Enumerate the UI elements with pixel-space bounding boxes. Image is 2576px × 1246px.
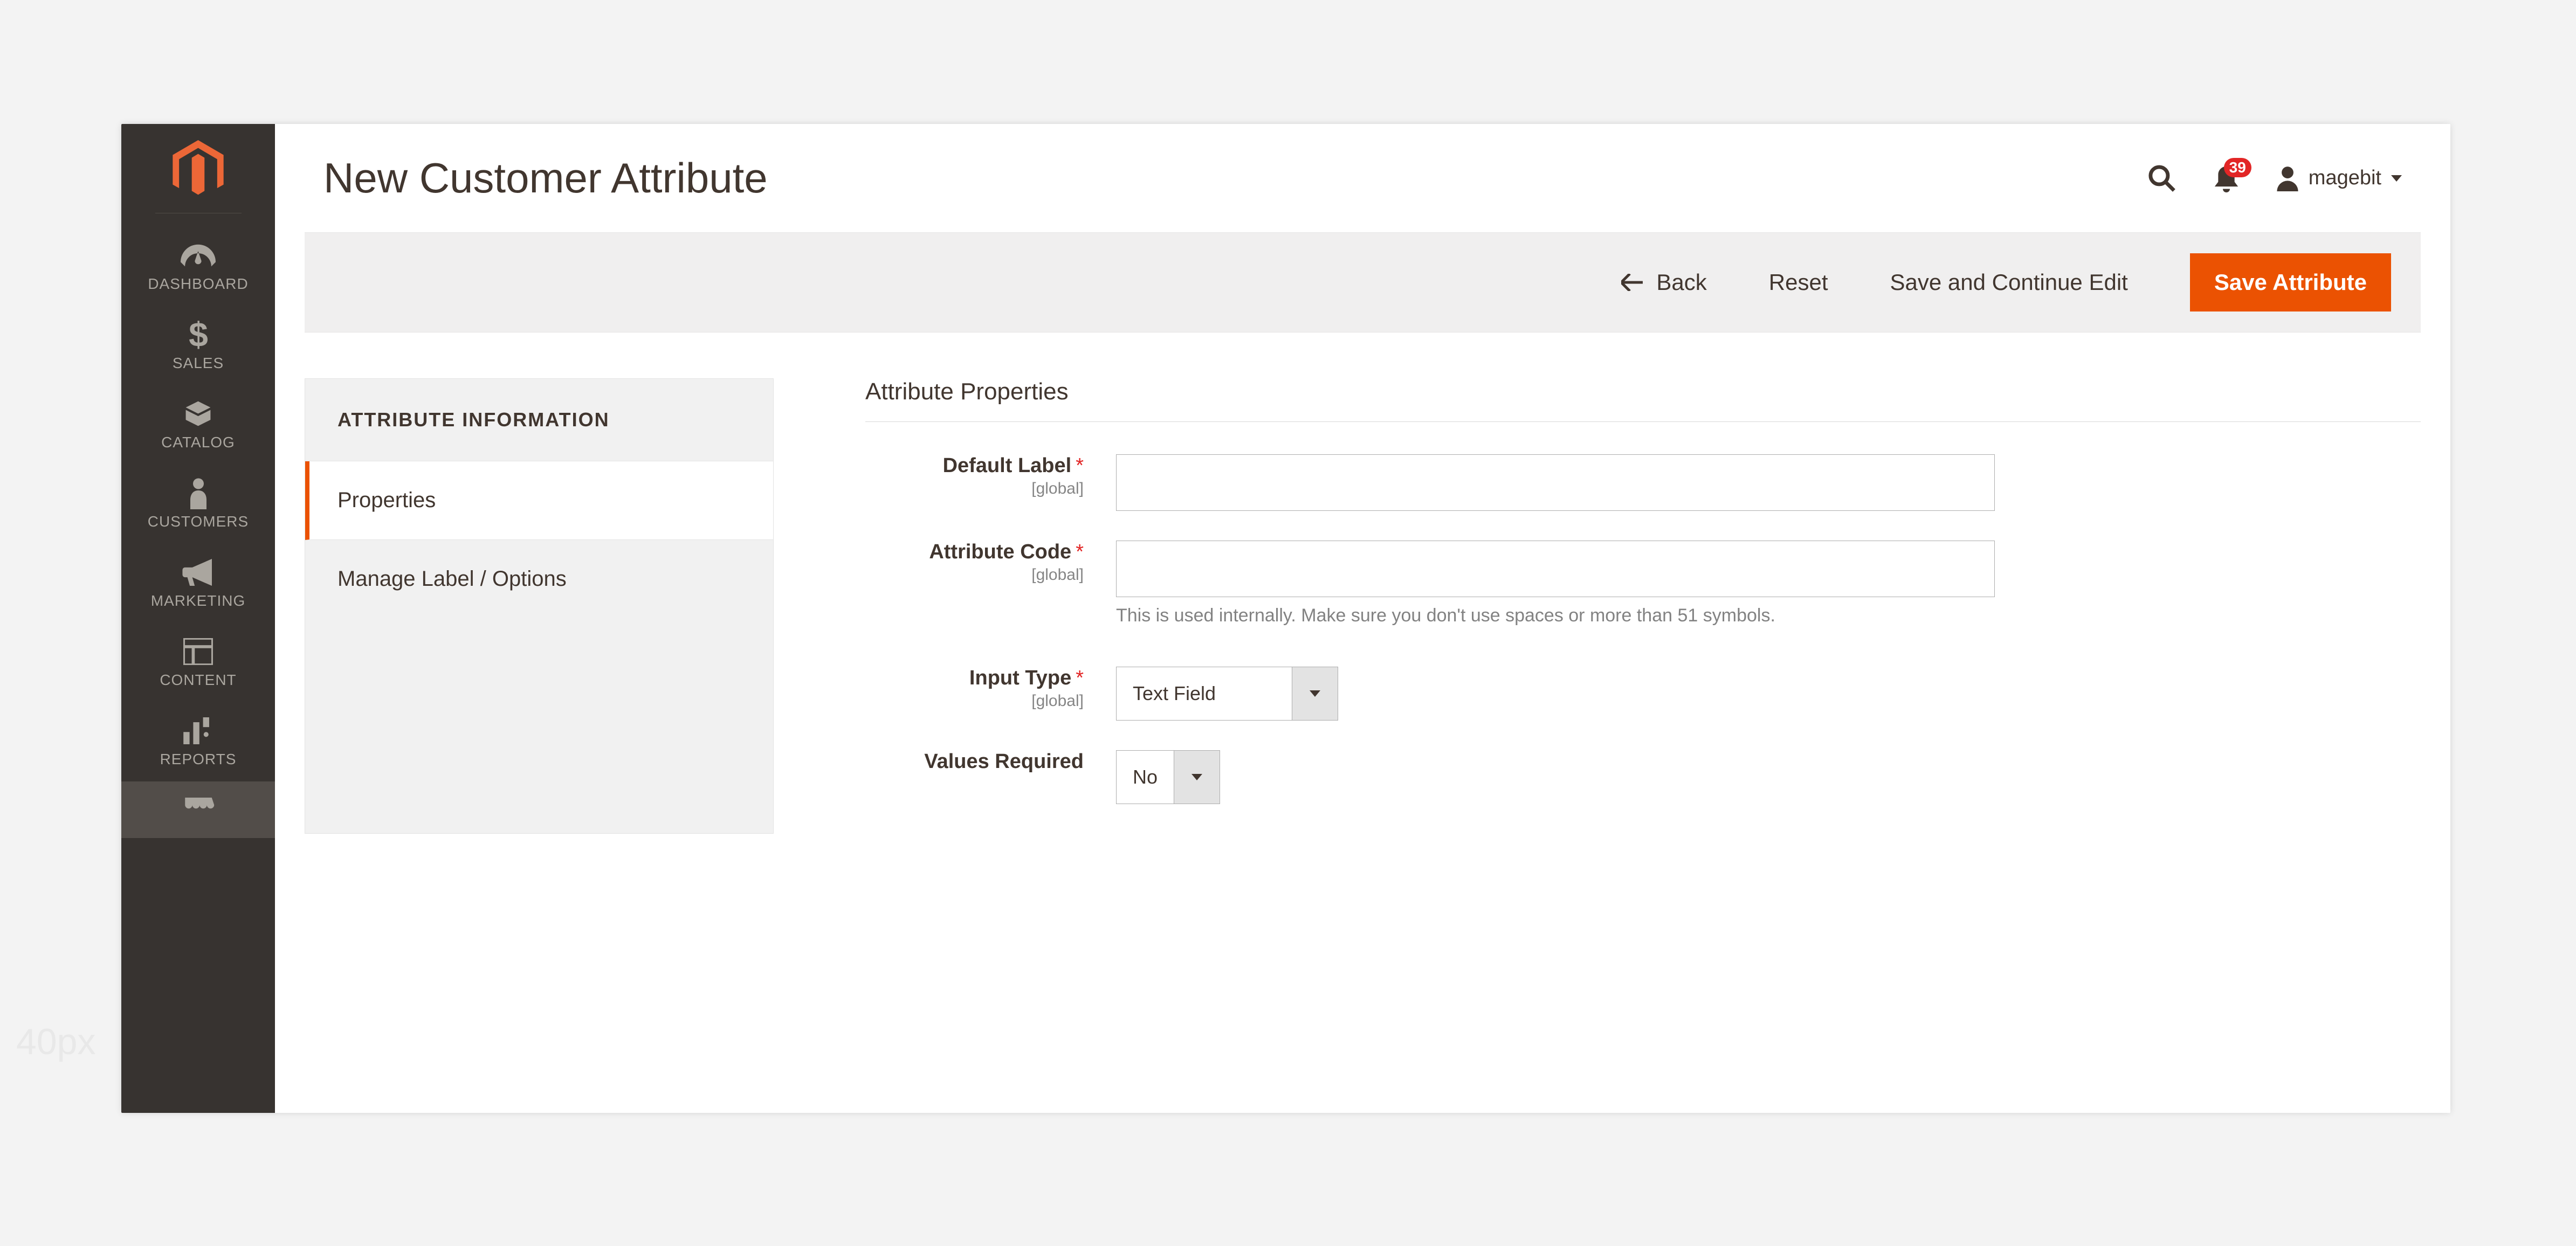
nav-marketing[interactable]: MARKETING [121, 544, 275, 623]
back-button[interactable]: Back [1621, 269, 1706, 295]
search-icon [2147, 163, 2176, 193]
select-arrow [1292, 667, 1338, 720]
nav-reports[interactable]: REPORTS [121, 702, 275, 781]
attribute-code-hint: This is used internally. Make sure you d… [1116, 605, 1995, 626]
nav-label: REPORTS [160, 751, 237, 768]
required-mark: * [1076, 454, 1084, 477]
required-mark: * [1076, 667, 1084, 689]
page-header: New Customer Attribute 39 magebit [275, 124, 2450, 232]
tabs-heading: ATTRIBUTE INFORMATION [305, 379, 773, 461]
select-value: No [1117, 751, 1174, 804]
user-name: magebit [2309, 167, 2381, 190]
notifications-button[interactable]: 39 [2214, 164, 2238, 192]
input-type-select[interactable]: Text Field [1116, 667, 1338, 721]
values-required-select[interactable]: No [1116, 750, 1220, 804]
scope-global: [global] [865, 692, 1084, 710]
arrow-left-icon [1621, 274, 1643, 291]
box-icon [183, 399, 213, 428]
page-title: New Customer Attribute [323, 154, 2147, 203]
caret-down-icon [1191, 774, 1202, 780]
save-attribute-button[interactable]: Save Attribute [2190, 253, 2391, 312]
nav-label: CONTENT [160, 672, 236, 689]
magento-logo[interactable] [173, 140, 224, 199]
dollar-icon: $ [188, 320, 209, 349]
label-attribute-code: Attribute Code [929, 541, 1071, 563]
nav-stores[interactable] [121, 781, 275, 838]
attribute-code-input[interactable] [1116, 541, 1995, 597]
nav-label: CUSTOMERS [148, 513, 249, 530]
chart-icon [183, 716, 213, 745]
reset-button[interactable]: Reset [1769, 269, 1828, 295]
select-value: Text Field [1117, 667, 1292, 720]
store-icon [182, 795, 215, 825]
nav-customers[interactable]: CUSTOMERS [121, 465, 275, 544]
nav-label: MARKETING [151, 592, 245, 610]
save-continue-button[interactable]: Save and Continue Edit [1890, 269, 2128, 295]
nav-catalog[interactable]: CATALOG [121, 385, 275, 465]
user-icon [2276, 165, 2299, 191]
main-panel: New Customer Attribute 39 magebit [275, 124, 2450, 1113]
watermark-text: 40px [16, 1021, 95, 1063]
scope-global: [global] [865, 480, 1084, 498]
dashboard-icon [181, 240, 216, 270]
megaphone-icon [182, 557, 215, 587]
row-attribute-code: Attribute Code* [global] This is used in… [865, 541, 2421, 626]
nav-label: DASHBOARD [148, 275, 248, 293]
person-icon [188, 478, 209, 508]
form-panel: Attribute Properties Default Label* [glo… [865, 378, 2421, 834]
caret-down-icon [2391, 175, 2402, 182]
nav-label: SALES [173, 355, 224, 372]
attribute-info-tabs: ATTRIBUTE INFORMATION Properties Manage … [305, 378, 774, 834]
tab-properties[interactable]: Properties [305, 461, 773, 540]
search-button[interactable] [2147, 163, 2176, 193]
default-label-input[interactable] [1116, 454, 1995, 511]
nav-dashboard[interactable]: DASHBOARD [121, 227, 275, 306]
user-menu[interactable]: magebit [2276, 165, 2402, 191]
row-default-label: Default Label* [global] [865, 454, 2421, 511]
caret-down-icon [1310, 690, 1320, 697]
label-values-required: Values Required [924, 750, 1084, 773]
select-arrow [1174, 751, 1220, 804]
required-mark: * [1076, 541, 1084, 563]
svg-text:$: $ [189, 319, 208, 351]
action-toolbar: Back Reset Save and Continue Edit Save A… [305, 232, 2421, 333]
section-title: Attribute Properties [865, 378, 2421, 422]
nav-label: CATALOG [161, 434, 235, 451]
row-input-type: Input Type* [global] Text Field [865, 667, 2421, 721]
nav-sales[interactable]: $ SALES [121, 306, 275, 385]
label-input-type: Input Type [969, 667, 1071, 689]
layout-icon [183, 636, 213, 666]
nav-content[interactable]: CONTENT [121, 623, 275, 702]
row-values-required: Values Required No [865, 750, 2421, 804]
back-label: Back [1656, 269, 1706, 295]
scope-global: [global] [865, 566, 1084, 584]
notification-badge: 39 [2224, 158, 2251, 177]
label-default-label: Default Label [943, 454, 1072, 477]
tab-manage-label[interactable]: Manage Label / Options [305, 540, 773, 618]
admin-sidebar: DASHBOARD $ SALES CATALOG CUSTOMERS [121, 124, 275, 1113]
